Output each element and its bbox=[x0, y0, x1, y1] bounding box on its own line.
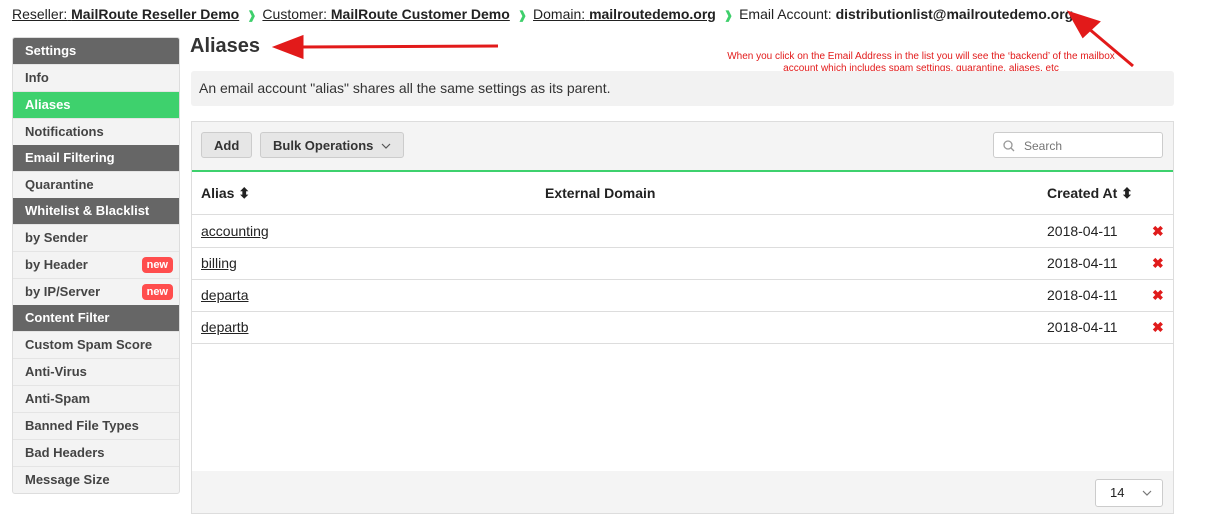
alias-link[interactable]: billing bbox=[201, 255, 237, 271]
search-box[interactable] bbox=[993, 132, 1163, 159]
sidebar-item-label: by IP/Server bbox=[25, 284, 101, 299]
sidebar-item-anti-spam[interactable]: Anti-Spam bbox=[13, 385, 179, 412]
breadcrumb-separator-icon: ❱ bbox=[247, 10, 257, 22]
new-badge: new bbox=[141, 284, 173, 300]
sidebar: Settings Info Aliases Notifications Emai… bbox=[12, 37, 180, 494]
alias-link[interactable]: departa bbox=[201, 287, 248, 303]
chevron-down-icon bbox=[381, 143, 391, 149]
alias-link[interactable]: departb bbox=[201, 319, 248, 335]
per-page-select[interactable]: 14 bbox=[1095, 479, 1163, 507]
created-at: 2018-04-11 bbox=[1047, 287, 1118, 303]
sidebar-header-email-filtering: Email Filtering bbox=[13, 145, 179, 171]
breadcrumb-separator-icon: ❱ bbox=[723, 10, 734, 22]
sidebar-item-banned-file-types[interactable]: Banned File Types bbox=[13, 412, 179, 439]
sidebar-item-label: by Header bbox=[25, 257, 88, 272]
bulk-operations-button[interactable]: Bulk Operations bbox=[260, 132, 405, 158]
column-header-alias[interactable]: Alias ⬍ bbox=[201, 185, 250, 202]
table-row: accounting 2018-04-11 ✖ bbox=[192, 215, 1173, 248]
sidebar-item-custom-spam-score[interactable]: Custom Spam Score bbox=[13, 331, 179, 358]
aliases-panel: Add Bulk Operations Alias ⬍ External Dom… bbox=[191, 121, 1174, 514]
bulk-operations-label: Bulk Operations bbox=[273, 138, 374, 153]
add-button[interactable]: Add bbox=[201, 132, 253, 158]
chevron-down-icon bbox=[1142, 490, 1152, 496]
arrow-head-icon bbox=[1066, 10, 1101, 39]
new-badge: new bbox=[141, 257, 173, 273]
created-at: 2018-04-11 bbox=[1047, 319, 1118, 335]
sidebar-item-message-size[interactable]: Message Size bbox=[13, 466, 179, 493]
created-at: 2018-04-11 bbox=[1047, 223, 1118, 239]
breadcrumb: Reseller: MailRoute Reseller Demo ❱ Custom… bbox=[12, 6, 1073, 22]
sidebar-header-whitelist-blacklist: Whitelist & Blacklist bbox=[13, 198, 179, 224]
per-page-value: 14 bbox=[1110, 485, 1125, 500]
delete-icon[interactable]: ✖ bbox=[1152, 255, 1164, 272]
sidebar-item-by-header[interactable]: by Header new bbox=[13, 251, 179, 278]
sort-icon: ⬍ bbox=[238, 185, 251, 201]
sidebar-item-by-ip-server[interactable]: by IP/Server new bbox=[13, 278, 179, 305]
sidebar-item-by-sender[interactable]: by Sender bbox=[13, 224, 179, 251]
alias-link[interactable]: accounting bbox=[201, 223, 269, 239]
search-icon bbox=[1003, 140, 1015, 152]
delete-icon[interactable]: ✖ bbox=[1152, 319, 1164, 336]
sidebar-header-content-filter: Content Filter bbox=[13, 305, 179, 331]
sidebar-item-notifications[interactable]: Notifications bbox=[13, 118, 179, 145]
breadcrumb-separator-icon: ❱ bbox=[517, 10, 528, 22]
alias-description: An email account "alias" shares all the … bbox=[191, 71, 1174, 106]
arrow-to-title bbox=[299, 44, 499, 49]
breadcrumb-customer-link[interactable]: Customer: MailRoute Customer Demo bbox=[262, 6, 509, 22]
table-footer: 14 bbox=[192, 471, 1173, 513]
table-row: departa 2018-04-11 ✖ bbox=[192, 279, 1173, 312]
page-title: Aliases bbox=[190, 35, 261, 57]
table-row: billing 2018-04-11 ✖ bbox=[192, 247, 1173, 280]
sidebar-item-aliases[interactable]: Aliases bbox=[13, 91, 179, 118]
created-at: 2018-04-11 bbox=[1047, 255, 1118, 271]
search-input[interactable] bbox=[1022, 133, 1160, 159]
sidebar-header-settings: Settings bbox=[13, 38, 179, 64]
breadcrumb-email-account: Email Account: distributionlist@mailrout… bbox=[739, 6, 1074, 22]
sidebar-item-bad-headers[interactable]: Bad Headers bbox=[13, 439, 179, 466]
sidebar-item-anti-virus[interactable]: Anti-Virus bbox=[13, 358, 179, 385]
toolbar: Add Bulk Operations bbox=[192, 122, 1173, 172]
breadcrumb-domain-link[interactable]: Domain: mailroutedemo.org bbox=[533, 6, 716, 22]
table-row: departb 2018-04-11 ✖ bbox=[192, 311, 1173, 344]
column-header-external-domain: External Domain bbox=[545, 185, 656, 201]
arrow-head-icon bbox=[271, 34, 304, 60]
sidebar-item-info[interactable]: Info bbox=[13, 64, 179, 91]
column-header-created-at[interactable]: Created At ⬍ bbox=[1047, 185, 1133, 202]
sidebar-item-quarantine[interactable]: Quarantine bbox=[13, 171, 179, 198]
sort-icon: ⬍ bbox=[1121, 185, 1133, 201]
breadcrumb-reseller-link[interactable]: Reseller: MailRoute Reseller Demo bbox=[12, 6, 239, 22]
delete-icon[interactable]: ✖ bbox=[1152, 223, 1164, 240]
delete-icon[interactable]: ✖ bbox=[1152, 287, 1164, 304]
